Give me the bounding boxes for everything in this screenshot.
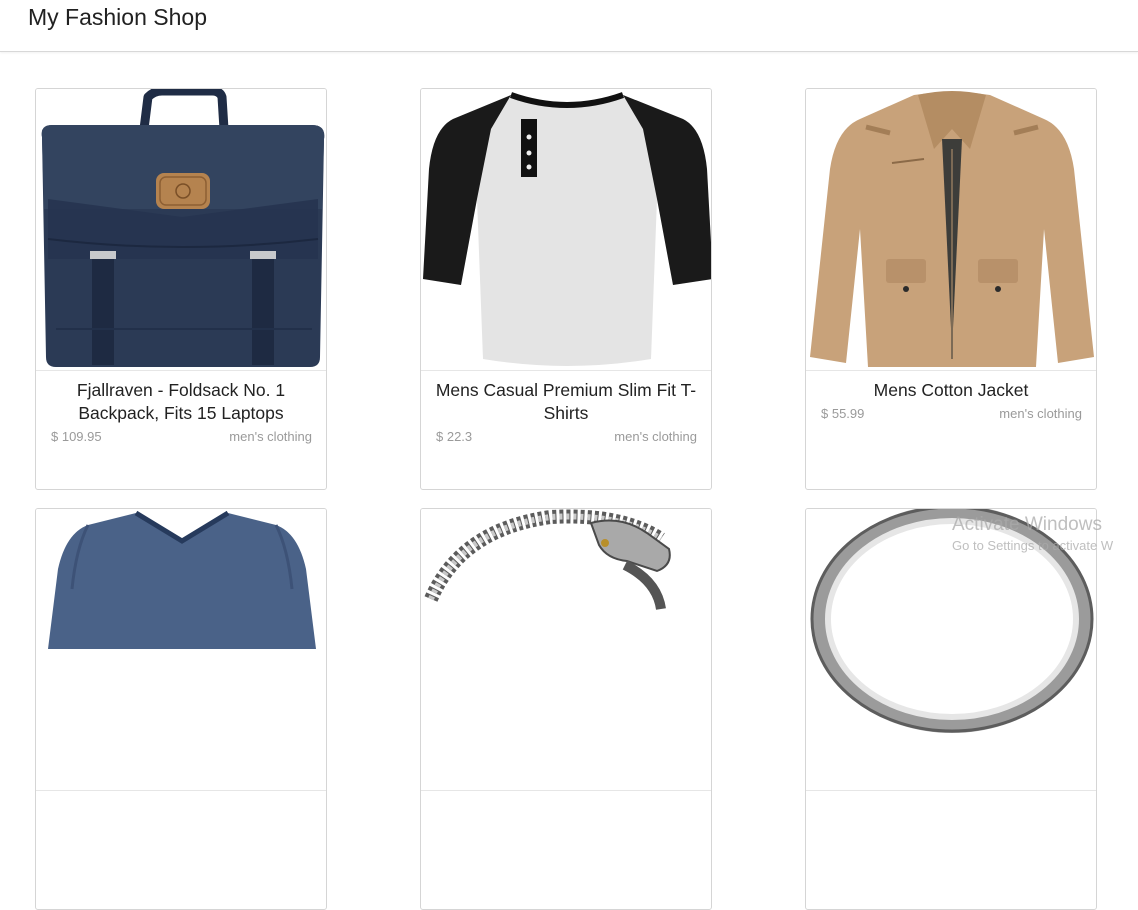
product-image[interactable] bbox=[806, 509, 1096, 791]
raglan-tshirt-icon bbox=[423, 92, 711, 366]
product-card[interactable]: Fjallraven - Foldsack No. 1 Backpack, Fi… bbox=[35, 88, 327, 490]
product-price: $ 22.3 bbox=[436, 429, 473, 444]
product-image[interactable] bbox=[421, 509, 711, 791]
backpack-icon bbox=[41, 89, 325, 367]
dragon-bracelet-icon bbox=[424, 509, 671, 610]
product-title[interactable]: Mens Casual Premium Slim Fit T-Shirts bbox=[433, 379, 699, 425]
jacket-icon bbox=[810, 91, 1094, 367]
product-card[interactable]: Mens Cotton Jacket $ 55.99 men's clothin… bbox=[805, 88, 1097, 490]
vneck-tshirt-icon bbox=[48, 510, 316, 649]
top-app-bar: My Fashion Shop bbox=[0, 0, 1138, 52]
product-card[interactable] bbox=[420, 508, 712, 910]
product-title[interactable]: Mens Cotton Jacket bbox=[818, 379, 1084, 402]
product-category: men's clothing bbox=[999, 406, 1082, 421]
product-price: $ 55.99 bbox=[821, 406, 865, 421]
shop-title: My Fashion Shop bbox=[28, 4, 207, 30]
product-image[interactable] bbox=[36, 89, 326, 371]
product-category: men's clothing bbox=[229, 429, 312, 444]
silver-ring-icon bbox=[810, 509, 1094, 733]
product-category: men's clothing bbox=[614, 429, 697, 444]
product-image[interactable] bbox=[36, 509, 326, 791]
product-card[interactable] bbox=[35, 508, 327, 910]
product-title[interactable]: Fjallraven - Foldsack No. 1 Backpack, Fi… bbox=[48, 379, 314, 425]
product-image[interactable] bbox=[806, 89, 1096, 371]
product-price: $ 109.95 bbox=[51, 429, 102, 444]
product-card[interactable] bbox=[805, 508, 1097, 910]
product-image[interactable] bbox=[421, 89, 711, 371]
product-card[interactable]: Mens Casual Premium Slim Fit T-Shirts $ … bbox=[420, 88, 712, 490]
